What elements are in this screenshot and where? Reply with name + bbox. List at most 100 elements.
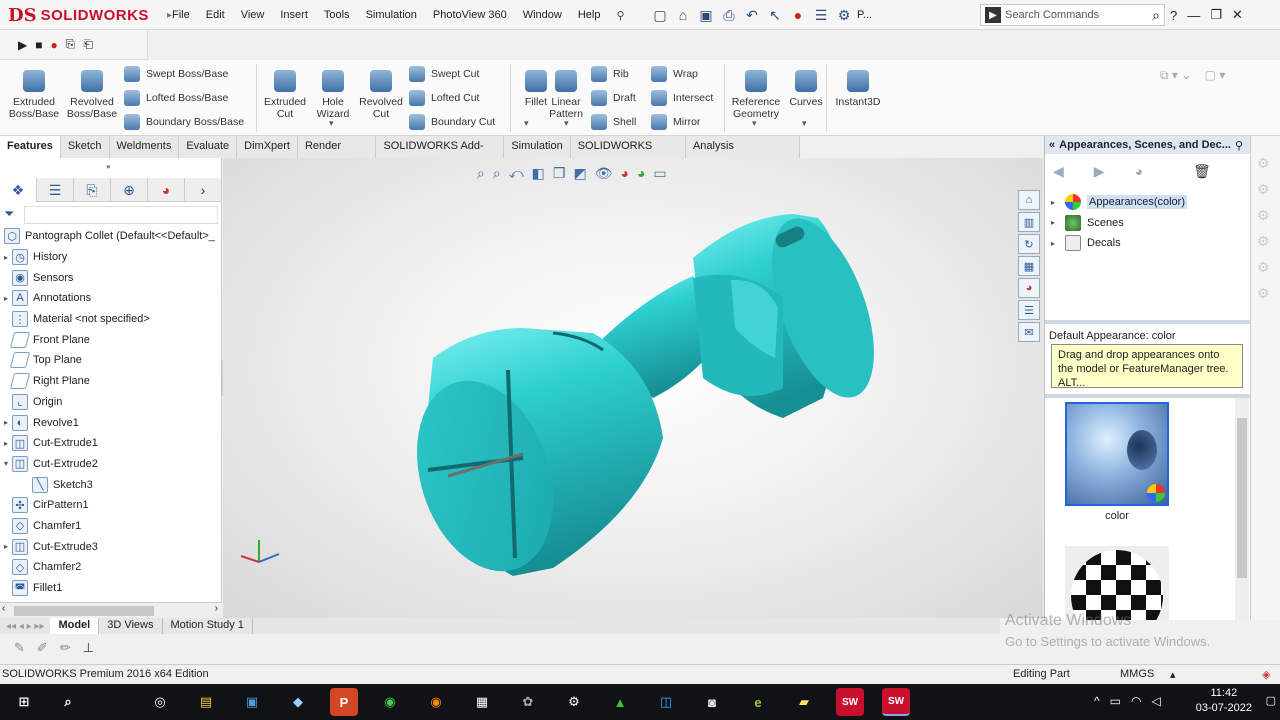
search-input[interactable]: Search Commands: [1005, 9, 1152, 21]
scroll-right-icon[interactable]: ›: [215, 603, 218, 614]
add-location-icon[interactable]: ◕: [1135, 163, 1143, 179]
edrawings-icon[interactable]: ▲: [606, 688, 634, 716]
dimxpert-manager-tab-icon[interactable]: ⊕: [111, 178, 148, 202]
expand-icon[interactable]: ▸: [0, 253, 12, 262]
collapse-arrows-icon[interactable]: «: [1049, 139, 1055, 151]
tray-arrow-icon[interactable]: ^: [1094, 694, 1100, 708]
expand-icon[interactable]: ▸: [1051, 239, 1065, 248]
appearances-color-node[interactable]: ▸ Appearances(color): [1051, 192, 1247, 213]
stop-icon[interactable]: ■: [35, 38, 42, 52]
tree-item-origin[interactable]: ⌞ Origin: [0, 392, 222, 413]
new-macro-icon[interactable]: ⎗: [83, 37, 93, 52]
back-icon[interactable]: ◀: [1053, 163, 1064, 180]
save-icon[interactable]: ▣: [696, 5, 716, 25]
edrawings-2016-icon[interactable]: e: [744, 688, 772, 716]
panel-grip-icon[interactable]: ●: [106, 162, 111, 171]
fillet-dropdown-icon[interactable]: ▾: [524, 118, 529, 129]
tabs-more-icon[interactable]: ›: [185, 178, 222, 202]
tab-analysis-preparation[interactable]: Analysis Preparation: [685, 136, 801, 173]
minimize-button[interactable]: —: [1187, 8, 1200, 23]
rebuild-icon[interactable]: ●: [788, 5, 808, 25]
curves-dropdown-icon[interactable]: ▾: [802, 118, 807, 129]
solidworks-logo[interactable]: DS SOLIDWORKS ▸: [8, 4, 172, 26]
tree-item-fillet1[interactable]: ◚ Fillet1: [0, 578, 222, 599]
expand-icon[interactable]: ▸: [0, 439, 12, 448]
menu-edit[interactable]: Edit: [198, 9, 233, 21]
folder-icon[interactable]: ▰: [790, 688, 818, 716]
tree-item-chamfer2[interactable]: ◇ Chamfer2: [0, 557, 222, 578]
tab-model[interactable]: Model: [50, 618, 100, 634]
search-icon[interactable]: ⌕: [54, 688, 82, 716]
scroll-thumb[interactable]: [1237, 418, 1247, 578]
pane-splitter[interactable]: [1045, 320, 1251, 324]
scroll-thumb[interactable]: [14, 606, 154, 616]
network-icon[interactable]: ▭: [1110, 694, 1121, 708]
expand-icon[interactable]: ▸: [1051, 218, 1065, 227]
file-properties-icon[interactable]: ☰: [811, 5, 831, 25]
forum-icon[interactable]: ✉: [1018, 322, 1040, 342]
calculator-icon[interactable]: ▦: [468, 688, 496, 716]
hole-wizard-dropdown-icon[interactable]: ▾: [329, 118, 334, 129]
collet-model[interactable]: [223, 158, 1043, 618]
file-explorer-icon[interactable]: ↻: [1018, 234, 1040, 254]
custom-properties-icon[interactable]: ☰: [1018, 300, 1040, 320]
tree-item-cut-extrude2[interactable]: ▾ ◫ Cut-Extrude2: [0, 454, 222, 475]
chrome-icon[interactable]: ◉: [376, 688, 404, 716]
reference-geometry-button[interactable]: Reference Geometry: [728, 64, 784, 120]
tree-item-chamfer1[interactable]: ◇ Chamfer1: [0, 516, 222, 537]
configuration-manager-tab-icon[interactable]: ⎘: [74, 178, 111, 202]
expand-icon[interactable]: ▸: [0, 542, 12, 551]
menu-window[interactable]: Window: [515, 9, 570, 21]
tree-item-front-plane[interactable]: Front Plane: [0, 329, 222, 350]
resources-home-icon[interactable]: ⌂: [1018, 190, 1040, 210]
settings-app-icon[interactable]: ✿: [514, 688, 542, 716]
sketch-icon[interactable]: ✏: [60, 640, 71, 656]
filter-input[interactable]: [24, 206, 218, 224]
camera-icon[interactable]: ◙: [698, 688, 726, 716]
tab-weldments[interactable]: Weldments: [109, 136, 180, 158]
tree-item-sensors[interactable]: ◉ Sensors: [0, 267, 222, 288]
feature-tree-tab-icon[interactable]: ❖: [0, 178, 37, 202]
start-icon[interactable]: ⊞: [10, 688, 38, 716]
status-units[interactable]: MMGS: [1120, 668, 1154, 680]
pin-icon[interactable]: ⚲: [608, 9, 632, 22]
tree-item-cut-extrude1[interactable]: ▸ ◫ Cut-Extrude1: [0, 433, 222, 454]
smart-dimension-icon[interactable]: ⊥: [83, 640, 94, 656]
tab-mbd[interactable]: SOLIDWORKS MBD: [570, 136, 686, 173]
view-palette-icon[interactable]: ▦: [1018, 256, 1040, 276]
solidworks-taskbar-icon[interactable]: SW: [836, 688, 864, 716]
graphics-area[interactable]: ⌕ ⌕ ⤺ ◧ ❒ ◩ 👁 ◕ ◕ ▭ ⧠ ⧠ — ❐ ✕: [223, 158, 1043, 618]
search-commands[interactable]: ▶ Search Commands ⌕: [980, 4, 1165, 26]
tab-dimxpert[interactable]: DimXpert: [237, 136, 298, 158]
sketch-pen-icon[interactable]: ✐: [37, 640, 48, 656]
quick-access-tail[interactable]: P...: [857, 9, 872, 21]
tab-simulation[interactable]: Simulation: [504, 136, 571, 158]
tree-item-sketch3[interactable]: ╲ Sketch3: [0, 474, 222, 495]
menu-file[interactable]: File: [164, 9, 198, 21]
tree-item-annotations[interactable]: ▸ A Annotations: [0, 288, 222, 309]
pin-icon[interactable]: ⚲: [1235, 139, 1243, 152]
tree-item-right-plane[interactable]: Right Plane: [0, 371, 222, 392]
pane-splitter[interactable]: [1045, 394, 1251, 398]
menu-insert[interactable]: Insert: [272, 9, 316, 21]
tab-scroll-arrows-icon[interactable]: ◂◂ ◂ ▸ ▸▸: [0, 621, 50, 632]
feature-tree-scrollbar[interactable]: ‹ ›: [0, 602, 222, 618]
gear-icon[interactable]: ⚙: [560, 688, 588, 716]
status-icon[interactable]: ◈: [1262, 668, 1270, 681]
tab-sketch[interactable]: Sketch: [60, 136, 110, 158]
boundary-cut-button[interactable]: Boundary Cut: [409, 112, 495, 132]
display-manager-tab-icon[interactable]: ◕: [148, 178, 185, 202]
expand-icon[interactable]: ▸: [0, 294, 12, 303]
desktop-app-icon[interactable]: ▣: [238, 688, 266, 716]
play-icon[interactable]: ▶: [18, 38, 27, 52]
notes-app-icon[interactable]: ◆: [284, 688, 312, 716]
help-icon[interactable]: ?: [1170, 8, 1177, 23]
firefox-icon[interactable]: ◉: [422, 688, 450, 716]
instant3d-button[interactable]: Instant3D: [830, 64, 886, 108]
revolved-cut-button[interactable]: Revolved Cut: [353, 64, 409, 120]
task-view-icon[interactable]: ◎: [146, 688, 174, 716]
draft-button[interactable]: Draft: [591, 88, 636, 108]
reference-geometry-dropdown-icon[interactable]: ▾: [752, 118, 757, 129]
tree-item-cirpattern1[interactable]: ✣ CirPattern1: [0, 495, 222, 516]
expand-icon[interactable]: ▸: [1051, 198, 1065, 207]
